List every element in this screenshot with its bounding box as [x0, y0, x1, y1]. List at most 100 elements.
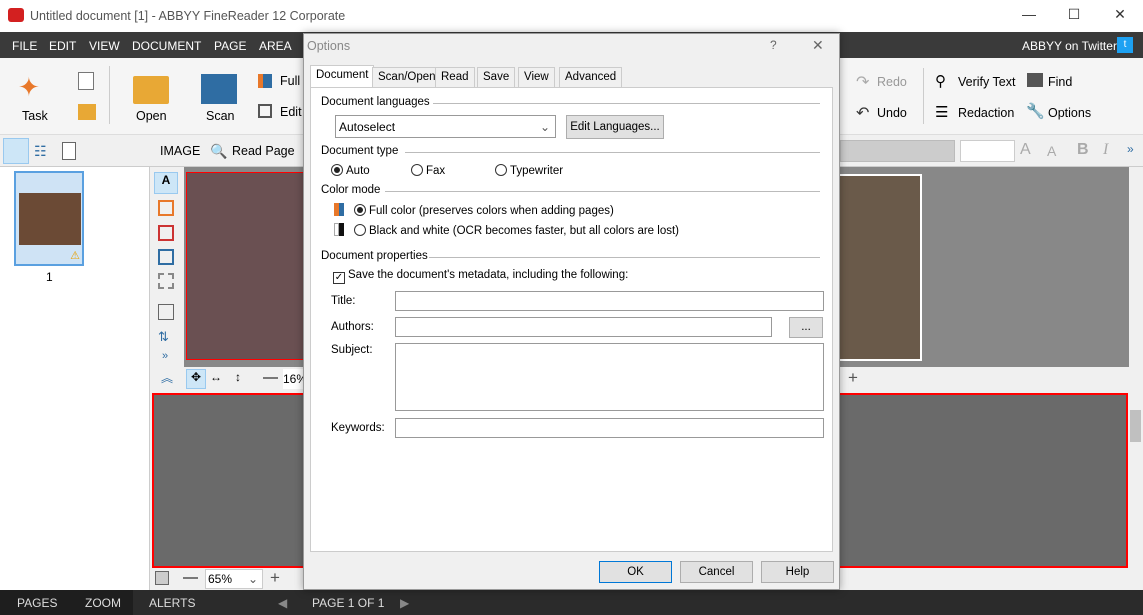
tab-advanced[interactable]: Advanced [559, 67, 623, 87]
menu-page[interactable]: PAGE [214, 39, 246, 53]
task-button[interactable]: Task [22, 109, 48, 123]
shrink-font-icon[interactable]: A [1047, 143, 1056, 159]
tab-read[interactable]: Read [435, 67, 475, 87]
fit-page-icon[interactable]: ✥ [186, 369, 206, 389]
font-select[interactable] [840, 140, 955, 162]
alerts-tab[interactable]: ALERTS [149, 596, 195, 610]
menu-area[interactable]: AREA [259, 39, 292, 53]
redaction-button[interactable]: Redaction [958, 106, 1014, 120]
page-indicator: PAGE 1 OF 1 [312, 596, 385, 610]
text-area-tool-icon[interactable]: A [154, 172, 178, 194]
expand-tools-icon[interactable]: » [162, 350, 168, 362]
top-zoom-field[interactable]: 16% [283, 369, 303, 389]
radio-button[interactable] [354, 224, 366, 236]
options-button[interactable]: Options [1048, 106, 1091, 120]
keywords-input[interactable] [395, 418, 824, 438]
open-button[interactable]: Open [136, 109, 167, 123]
radio-button[interactable] [495, 164, 507, 176]
divider [385, 191, 820, 192]
radio-fax[interactable]: Fax [411, 164, 445, 177]
doc-properties-heading: Document properties [321, 250, 428, 262]
language-select[interactable]: Autoselect ⌄ [335, 115, 556, 138]
full-icon [258, 74, 272, 88]
grow-font-icon[interactable]: A [1020, 141, 1031, 159]
edit-button[interactable]: Edit [280, 105, 302, 119]
undo-button[interactable]: Undo [877, 106, 907, 120]
prev-page-icon[interactable]: ◀ [278, 596, 287, 610]
thumbnail-view-icon[interactable] [3, 138, 29, 164]
dialog-close-button[interactable]: ✕ [812, 37, 824, 54]
radio-label: Auto [346, 165, 370, 177]
zoom-out-bottom-button[interactable]: — [183, 569, 198, 586]
open-folder-small-icon[interactable] [78, 104, 96, 120]
redo-button[interactable]: Redo [877, 75, 907, 89]
picture-area-tool-icon[interactable] [158, 200, 174, 216]
tab-view[interactable]: View [518, 67, 555, 87]
full-button[interactable]: Full [280, 74, 300, 88]
radio-button[interactable] [331, 164, 343, 176]
maximize-button[interactable]: ☐ [1059, 6, 1089, 23]
authors-input[interactable] [395, 317, 772, 337]
title-bar: Untitled document [1] - ABBYY FineReader… [0, 0, 1143, 32]
menu-document[interactable]: DOCUMENT [132, 39, 201, 53]
zoom-tab[interactable]: ZOOM [85, 596, 121, 610]
menu-view[interactable]: VIEW [89, 39, 120, 53]
ok-button[interactable]: OK [599, 561, 672, 583]
radio-button[interactable] [354, 204, 366, 216]
radio-full-color[interactable]: Full color (preserves colors when adding… [354, 204, 614, 217]
verify-text-button[interactable]: Verify Text [958, 75, 1015, 89]
save-metadata-checkbox[interactable]: ✓ Save the document's metadata, including… [333, 269, 628, 284]
more-icon[interactable]: » [1127, 142, 1134, 156]
table-area-tool-icon[interactable] [158, 249, 174, 265]
authors-browse-button[interactable]: ... [789, 317, 823, 338]
font-size-select[interactable] [960, 140, 1015, 162]
edit-languages-button[interactable]: Edit Languages... [566, 115, 664, 139]
help-icon[interactable]: ? [770, 38, 777, 52]
menu-file[interactable]: FILE [12, 39, 37, 53]
zoom-in-button[interactable]: + [848, 368, 858, 388]
next-page-icon[interactable]: ▶ [400, 596, 409, 610]
edit-icon [258, 104, 272, 118]
find-button[interactable]: Find [1048, 75, 1072, 89]
scroll-thumb[interactable] [1130, 410, 1141, 442]
new-document-icon[interactable] [78, 72, 94, 90]
page-properties-icon[interactable] [62, 142, 76, 160]
background-picture-tool-icon[interactable] [158, 225, 174, 241]
zoom-out-button[interactable]: — [263, 369, 278, 386]
undo-icon: ↶ [856, 105, 870, 122]
bold-icon[interactable]: B [1077, 141, 1089, 159]
twitter-icon[interactable]: t [1117, 37, 1133, 53]
page-thumbnail[interactable]: ⚠ [14, 171, 84, 266]
scan-button[interactable]: Scan [206, 109, 235, 123]
collapse-icon[interactable]: ︽ [161, 369, 173, 386]
tab-scan-open[interactable]: Scan/Open [372, 67, 442, 87]
close-button[interactable]: ✕ [1105, 6, 1135, 23]
minimize-button[interactable]: — [1014, 6, 1044, 22]
radio-typewriter[interactable]: Typewriter [495, 164, 563, 177]
radio-button[interactable] [411, 164, 423, 176]
subject-textarea[interactable] [395, 343, 824, 411]
details-view-icon[interactable]: ☷ [34, 143, 47, 160]
view-icon[interactable] [155, 571, 169, 585]
delete-area-tool-icon[interactable] [158, 304, 174, 320]
radio-black-white[interactable]: Black and white (OCR becomes faster, but… [354, 224, 679, 237]
tab-save[interactable]: Save [477, 67, 516, 87]
tab-document[interactable]: Document [310, 65, 375, 88]
fit-height-icon[interactable]: ↕ [235, 370, 241, 384]
title-input[interactable] [395, 291, 824, 311]
text-view-scrollbar[interactable] [1128, 393, 1143, 568]
order-areas-icon[interactable]: ⇅ [158, 329, 169, 345]
help-button[interactable]: Help [761, 561, 834, 583]
image-view-scrollbar[interactable] [1129, 167, 1143, 367]
italic-icon[interactable]: I [1103, 141, 1108, 159]
bottom-zoom-select[interactable]: 65% ⌄ [205, 569, 263, 589]
zoom-in-bottom-button[interactable]: + [270, 568, 280, 588]
fit-width-icon[interactable]: ↔ [210, 370, 222, 384]
cancel-button[interactable]: Cancel [680, 561, 753, 583]
radio-auto[interactable]: Auto [331, 164, 370, 177]
checkmark-icon[interactable]: ✓ [333, 272, 345, 284]
read-page-button[interactable]: Read Page [232, 144, 295, 158]
menu-edit[interactable]: EDIT [49, 39, 76, 53]
barcode-area-tool-icon[interactable] [158, 273, 174, 289]
pages-tab[interactable]: PAGES [17, 596, 57, 610]
